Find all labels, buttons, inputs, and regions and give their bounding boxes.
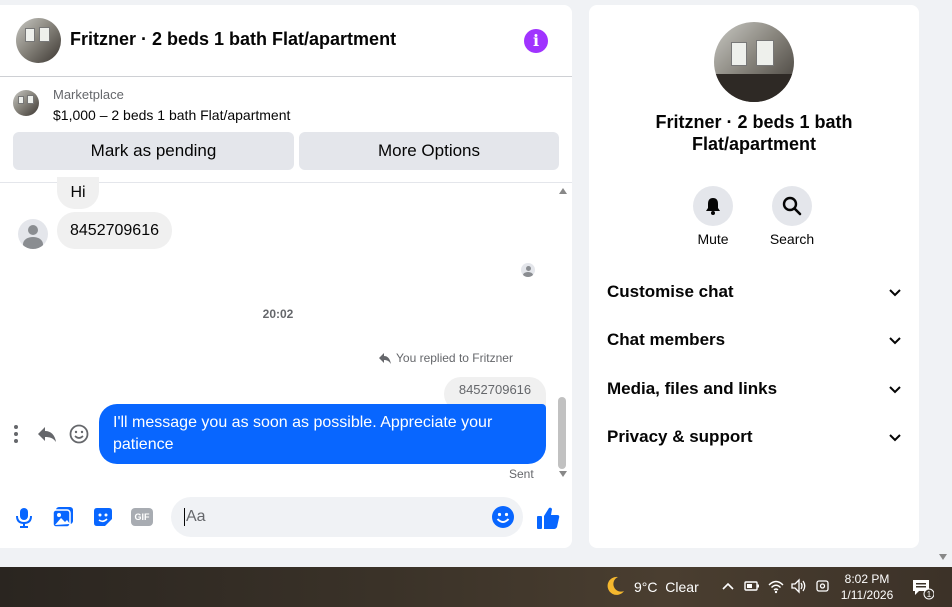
weather-condition: Clear: [665, 579, 699, 595]
clock-date: 1/11/2026: [840, 588, 894, 602]
moon-icon[interactable]: [604, 575, 626, 597]
bell-icon: [706, 198, 720, 215]
system-clock[interactable]: 8:02 PM 1/11/2026: [836, 571, 898, 603]
wifi-icon[interactable]: [767, 577, 785, 595]
section-label: Media, files and links: [607, 379, 778, 398]
sender-avatar[interactable]: [18, 219, 48, 249]
section-label: Customise chat: [607, 282, 734, 301]
more-options-button[interactable]: More Options: [299, 132, 559, 170]
volume-icon[interactable]: [790, 577, 808, 595]
message-input-placeholder: Aa: [186, 508, 206, 525]
section-customise-chat[interactable]: Customise chat: [607, 280, 903, 304]
camera-icon[interactable]: [814, 577, 832, 595]
page-scroll-down-arrow[interactable]: [939, 554, 947, 560]
emoji-icon[interactable]: [491, 505, 515, 529]
mute-label: Mute: [697, 231, 729, 247]
more-icon[interactable]: [10, 423, 22, 445]
search-button[interactable]: [772, 186, 812, 226]
section-media-files-links[interactable]: Media, files and links: [607, 377, 903, 401]
mute-button[interactable]: [693, 186, 733, 226]
text-caret: [184, 508, 185, 526]
gif-icon[interactable]: GIF: [131, 505, 155, 529]
section-label: Chat members: [607, 330, 726, 349]
info-avatar[interactable]: [714, 22, 794, 102]
messages-scrollbar[interactable]: [556, 185, 570, 483]
chevron-down-icon: [889, 337, 901, 345]
battery-icon[interactable]: [743, 577, 761, 595]
chevron-up-icon[interactable]: [719, 577, 737, 595]
chat-info-panel: Fritzner · 2 beds 1 bath Flat/apartment …: [589, 5, 919, 548]
marketplace-label: Marketplace: [53, 87, 124, 102]
message-timestamp: 20:02: [262, 307, 294, 321]
info-icon[interactable]: i: [524, 29, 548, 53]
reply-context: You replied to Fritzner: [378, 351, 513, 367]
message-bubble-hi[interactable]: Hi: [57, 177, 99, 209]
section-label: Privacy & support: [607, 427, 753, 446]
search-icon: [782, 196, 802, 216]
outgoing-message[interactable]: I'll message you as soon as possible. Ap…: [99, 404, 546, 464]
reply-icon: [379, 353, 391, 364]
section-chat-members[interactable]: Chat members: [607, 328, 903, 352]
listing-summary[interactable]: $1,000 – 2 beds 1 bath Flat/apartment: [53, 107, 290, 123]
weather-widget[interactable]: 9°C Clear: [634, 579, 699, 595]
scroll-thumb[interactable]: [558, 397, 566, 469]
chat-title[interactable]: Fritzner · 2 beds 1 bath Flat/apartment: [70, 29, 396, 50]
section-privacy-support[interactable]: Privacy & support: [607, 425, 903, 449]
scroll-down-arrow[interactable]: [559, 471, 567, 477]
sent-status: Sent: [509, 467, 534, 481]
chevron-down-icon: [889, 289, 901, 297]
chevron-down-icon: [889, 434, 901, 442]
chat-header: Fritzner · 2 beds 1 bath Flat/apartment …: [0, 5, 572, 77]
chat-avatar[interactable]: [16, 18, 61, 63]
react-icon[interactable]: [68, 423, 90, 445]
chat-panel: Fritzner · 2 beds 1 bath Flat/apartment …: [0, 5, 572, 548]
sticker-icon[interactable]: [91, 505, 115, 529]
taskbar: 9°C Clear 8:02 PM 1/11/2026 1: [0, 567, 952, 607]
listing-thumbnail[interactable]: [13, 90, 39, 116]
reply-action-icon[interactable]: [36, 423, 58, 445]
message-input[interactable]: Aa: [171, 497, 523, 537]
info-title: Fritzner · 2 beds 1 bath Flat/apartment: [655, 112, 853, 154]
seen-indicator-avatar: [521, 263, 535, 277]
notification-icon[interactable]: 1: [910, 576, 934, 600]
mic-icon[interactable]: [12, 505, 36, 529]
replied-to-text: You replied to Fritzner: [396, 351, 513, 365]
search-label: Search: [769, 231, 815, 247]
chevron-down-icon: [889, 386, 901, 394]
scroll-up-arrow[interactable]: [559, 188, 567, 194]
message-bubble-phone[interactable]: 8452709616: [57, 212, 172, 249]
like-icon[interactable]: [535, 505, 561, 531]
temperature: 9°C: [634, 579, 658, 595]
clock-time: 8:02 PM: [844, 572, 890, 586]
mark-as-pending-button[interactable]: Mark as pending: [13, 132, 294, 170]
photo-icon[interactable]: [51, 505, 75, 529]
notification-count: 1: [927, 590, 932, 599]
